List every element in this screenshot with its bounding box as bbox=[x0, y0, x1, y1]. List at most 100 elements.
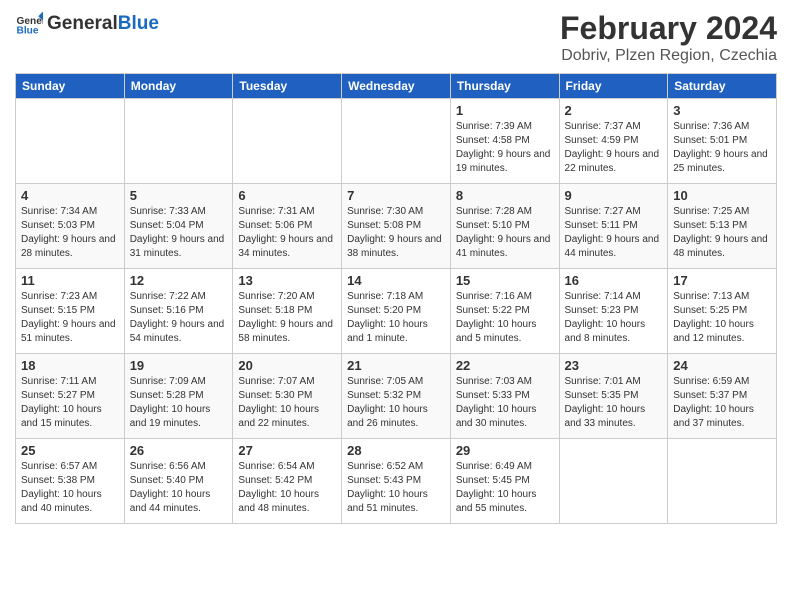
day-content: Sunrise: 7:37 AM Sunset: 4:59 PM Dayligh… bbox=[565, 120, 663, 176]
day-number: 1 bbox=[456, 103, 554, 118]
day-number: 21 bbox=[347, 358, 445, 373]
day-number: 13 bbox=[238, 273, 336, 288]
logo: General Blue GeneralBlue bbox=[15, 10, 159, 38]
day-content: Sunrise: 7:07 AM Sunset: 5:30 PM Dayligh… bbox=[238, 375, 336, 431]
cell-week1-day6: 3 Sunrise: 7:36 AM Sunset: 5:01 PM Daylig… bbox=[668, 99, 777, 184]
day-number: 11 bbox=[21, 273, 119, 288]
day-content: Sunrise: 7:36 AM Sunset: 5:01 PM Dayligh… bbox=[673, 120, 771, 176]
cell-week4-day3: 21 Sunrise: 7:05 AM Sunset: 5:32 PM Dayli… bbox=[342, 354, 451, 439]
cell-week2-day0: 4 Sunrise: 7:34 AM Sunset: 5:03 PM Daylig… bbox=[16, 184, 125, 269]
cell-week3-day2: 13 Sunrise: 7:20 AM Sunset: 5:18 PM Dayli… bbox=[233, 269, 342, 354]
day-content: Sunrise: 7:25 AM Sunset: 5:13 PM Dayligh… bbox=[673, 205, 771, 261]
cell-week4-day6: 24 Sunrise: 6:59 AM Sunset: 5:37 PM Dayli… bbox=[668, 354, 777, 439]
cell-week1-day5: 2Sunrise: 7:37 AM Sunset: 4:59 PM Daylig… bbox=[559, 99, 668, 184]
day-number: 25 bbox=[21, 443, 119, 458]
day-number: 15 bbox=[456, 273, 554, 288]
day-content: Sunrise: 7:14 AM Sunset: 5:23 PM Dayligh… bbox=[565, 290, 663, 346]
cell-week2-day3: 7 Sunrise: 7:30 AM Sunset: 5:08 PM Daylig… bbox=[342, 184, 451, 269]
cell-week4-day5: 23 Sunrise: 7:01 AM Sunset: 5:35 PM Dayli… bbox=[559, 354, 668, 439]
header-sunday: Sunday bbox=[16, 74, 125, 99]
cell-week5-day5 bbox=[559, 439, 668, 524]
day-number: 4 bbox=[21, 188, 119, 203]
day-number: 3 bbox=[673, 103, 771, 118]
cell-week3-day4: 15 Sunrise: 7:16 AM Sunset: 5:22 PM Dayli… bbox=[450, 269, 559, 354]
week-row-2: 4 Sunrise: 7:34 AM Sunset: 5:03 PM Daylig… bbox=[16, 184, 777, 269]
day-content: Sunrise: 7:01 AM Sunset: 5:35 PM Dayligh… bbox=[565, 375, 663, 431]
day-number: 6 bbox=[238, 188, 336, 203]
week-row-5: 25Sunrise: 6:57 AM Sunset: 5:38 PM Dayli… bbox=[16, 439, 777, 524]
day-content: Sunrise: 6:52 AM Sunset: 5:43 PM Dayligh… bbox=[347, 460, 445, 516]
cell-week2-day5: 9Sunrise: 7:27 AM Sunset: 5:11 PM Daylig… bbox=[559, 184, 668, 269]
cell-week1-day4: 1 Sunrise: 7:39 AM Sunset: 4:58 PM Daylig… bbox=[450, 99, 559, 184]
header-wednesday: Wednesday bbox=[342, 74, 451, 99]
day-content: Sunrise: 7:20 AM Sunset: 5:18 PM Dayligh… bbox=[238, 290, 336, 346]
calendar-table: Sunday Monday Tuesday Wednesday Thursday… bbox=[15, 73, 777, 524]
day-number: 16 bbox=[565, 273, 663, 288]
day-content: Sunrise: 7:05 AM Sunset: 5:32 PM Dayligh… bbox=[347, 375, 445, 431]
month-title: February 2024 bbox=[560, 10, 777, 47]
day-content: Sunrise: 7:33 AM Sunset: 5:04 PM Dayligh… bbox=[130, 205, 228, 261]
day-number: 24 bbox=[673, 358, 771, 373]
cell-week3-day5: 16 Sunrise: 7:14 AM Sunset: 5:23 PM Dayli… bbox=[559, 269, 668, 354]
calendar-header: Sunday Monday Tuesday Wednesday Thursday… bbox=[16, 74, 777, 99]
day-content: Sunrise: 7:30 AM Sunset: 5:08 PM Dayligh… bbox=[347, 205, 445, 261]
page-header: General Blue GeneralBlue February 2024 D… bbox=[15, 10, 777, 65]
cell-week5-day4: 29Sunrise: 6:49 AM Sunset: 5:45 PM Dayli… bbox=[450, 439, 559, 524]
day-content: Sunrise: 7:31 AM Sunset: 5:06 PM Dayligh… bbox=[238, 205, 336, 261]
day-content: Sunrise: 7:09 AM Sunset: 5:28 PM Dayligh… bbox=[130, 375, 228, 431]
day-number: 14 bbox=[347, 273, 445, 288]
cell-week1-day1 bbox=[124, 99, 233, 184]
week-row-4: 18 Sunrise: 7:11 AM Sunset: 5:27 PM Dayli… bbox=[16, 354, 777, 439]
day-number: 5 bbox=[130, 188, 228, 203]
logo-blue-text: Blue bbox=[118, 13, 159, 34]
cell-week5-day6 bbox=[668, 439, 777, 524]
days-header-row: Sunday Monday Tuesday Wednesday Thursday… bbox=[16, 74, 777, 99]
logo-general-text: General bbox=[47, 13, 118, 34]
cell-week1-day0 bbox=[16, 99, 125, 184]
cell-week5-day1: 26 Sunrise: 6:56 AM Sunset: 5:40 PM Dayli… bbox=[124, 439, 233, 524]
day-number: 28 bbox=[347, 443, 445, 458]
cell-week1-day2 bbox=[233, 99, 342, 184]
svg-text:Blue: Blue bbox=[17, 25, 39, 36]
day-content: Sunrise: 6:54 AM Sunset: 5:42 PM Dayligh… bbox=[238, 460, 336, 516]
day-content: Sunrise: 7:39 AM Sunset: 4:58 PM Dayligh… bbox=[456, 120, 554, 176]
day-content: Sunrise: 7:11 AM Sunset: 5:27 PM Dayligh… bbox=[21, 375, 119, 431]
calendar-body: 1 Sunrise: 7:39 AM Sunset: 4:58 PM Daylig… bbox=[16, 99, 777, 524]
header-saturday: Saturday bbox=[668, 74, 777, 99]
cell-week5-day2: 27 Sunrise: 6:54 AM Sunset: 5:42 PM Dayli… bbox=[233, 439, 342, 524]
cell-week2-day6: 10 Sunrise: 7:25 AM Sunset: 5:13 PM Dayli… bbox=[668, 184, 777, 269]
cell-week4-day2: 20 Sunrise: 7:07 AM Sunset: 5:30 PM Dayli… bbox=[233, 354, 342, 439]
day-number: 27 bbox=[238, 443, 336, 458]
cell-week2-day4: 8Sunrise: 7:28 AM Sunset: 5:10 PM Daylig… bbox=[450, 184, 559, 269]
day-number: 9 bbox=[565, 188, 663, 203]
day-number: 19 bbox=[130, 358, 228, 373]
day-content: Sunrise: 7:03 AM Sunset: 5:33 PM Dayligh… bbox=[456, 375, 554, 431]
cell-week3-day0: 11 Sunrise: 7:23 AM Sunset: 5:15 PM Dayli… bbox=[16, 269, 125, 354]
week-row-1: 1 Sunrise: 7:39 AM Sunset: 4:58 PM Daylig… bbox=[16, 99, 777, 184]
day-content: Sunrise: 6:59 AM Sunset: 5:37 PM Dayligh… bbox=[673, 375, 771, 431]
day-number: 18 bbox=[21, 358, 119, 373]
day-content: Sunrise: 7:22 AM Sunset: 5:16 PM Dayligh… bbox=[130, 290, 228, 346]
cell-week5-day3: 28 Sunrise: 6:52 AM Sunset: 5:43 PM Dayli… bbox=[342, 439, 451, 524]
day-number: 23 bbox=[565, 358, 663, 373]
cell-week1-day3 bbox=[342, 99, 451, 184]
day-content: Sunrise: 7:16 AM Sunset: 5:22 PM Dayligh… bbox=[456, 290, 554, 346]
header-thursday: Thursday bbox=[450, 74, 559, 99]
header-monday: Monday bbox=[124, 74, 233, 99]
day-number: 7 bbox=[347, 188, 445, 203]
day-number: 17 bbox=[673, 273, 771, 288]
cell-week2-day2: 6 Sunrise: 7:31 AM Sunset: 5:06 PM Daylig… bbox=[233, 184, 342, 269]
day-number: 26 bbox=[130, 443, 228, 458]
day-number: 12 bbox=[130, 273, 228, 288]
day-content: Sunrise: 7:34 AM Sunset: 5:03 PM Dayligh… bbox=[21, 205, 119, 261]
day-number: 8 bbox=[456, 188, 554, 203]
cell-week4-day4: 22Sunrise: 7:03 AM Sunset: 5:33 PM Dayli… bbox=[450, 354, 559, 439]
day-number: 10 bbox=[673, 188, 771, 203]
cell-week3-day1: 12 Sunrise: 7:22 AM Sunset: 5:16 PM Dayli… bbox=[124, 269, 233, 354]
day-content: Sunrise: 6:56 AM Sunset: 5:40 PM Dayligh… bbox=[130, 460, 228, 516]
day-content: Sunrise: 7:23 AM Sunset: 5:15 PM Dayligh… bbox=[21, 290, 119, 346]
day-number: 20 bbox=[238, 358, 336, 373]
cell-week3-day3: 14Sunrise: 7:18 AM Sunset: 5:20 PM Dayli… bbox=[342, 269, 451, 354]
header-friday: Friday bbox=[559, 74, 668, 99]
cell-week2-day1: 5 Sunrise: 7:33 AM Sunset: 5:04 PM Daylig… bbox=[124, 184, 233, 269]
